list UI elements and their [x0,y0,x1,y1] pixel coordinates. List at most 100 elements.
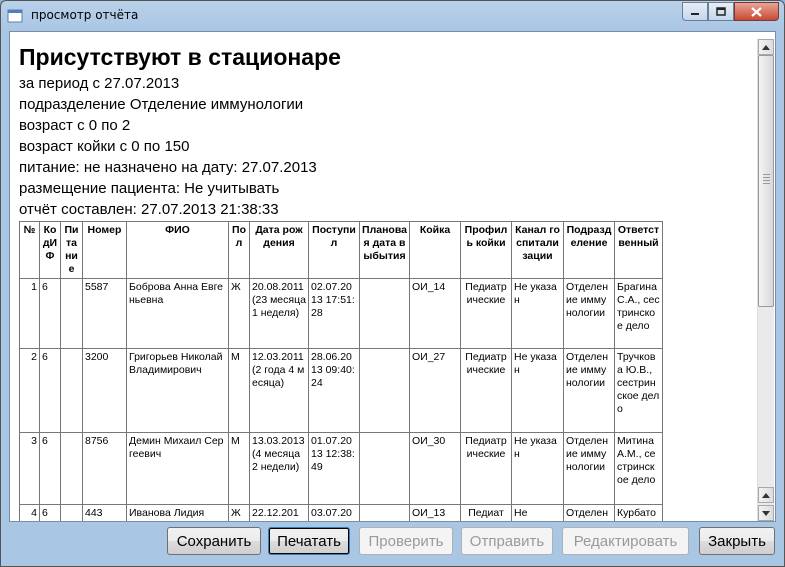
vertical-scrollbar[interactable] [757,39,774,521]
patients-table: № КодИФ Питание Номер ФИО Пол Дата рожде… [19,221,663,521]
cell-planned-discharge [359,348,410,433]
close-icon [751,6,762,17]
col-header-sex: Пол [228,221,250,279]
window-controls [682,2,779,22]
minimize-button[interactable] [682,2,708,21]
maximize-icon [716,7,726,16]
close-button[interactable]: Закрыть [699,527,775,555]
save-button[interactable]: Сохранить [167,527,261,555]
cell-sex: М [228,432,250,505]
cell-name: Григорьев Николай Владимирович [126,348,229,433]
cell-nutrition [60,432,83,505]
cell-code: 6 [39,348,61,433]
report-param-age: возраст с 0 по 2 [19,117,131,134]
cell-admitted: 03.07.20 [308,504,360,521]
cell-admitted: 02.07.2013 17:51:28 [308,278,360,349]
cell-bed: ОИ_27 [409,348,461,433]
cell-responsible: Курбато [614,504,663,521]
table-row: 3 6 8756 Демин Михаил Сергеевич М 13.03.… [19,432,663,505]
cell-name: Иванова Лидия [126,504,229,521]
cell-birthdate: 20.08.2011(23 месяца 1 неделя) [249,278,309,349]
table-row: 2 6 3200 Григорьев Николай Владимирович … [19,348,663,433]
cell-code: 6 [39,278,61,349]
col-header-id: Номер [82,221,127,279]
window-title: просмотр отчёта [31,8,139,22]
report-param-created: отчёт составлен: 27.07.2013 21:38:33 [19,201,279,218]
cell-department: Отделение иммунологии [563,278,615,349]
col-header-bed-profile: Профиль койки [460,221,512,279]
cell-bed-profile: Педиатрические [460,278,512,349]
minimize-icon [691,12,699,15]
cell-bed: ОИ_30 [409,432,461,505]
cell-nutrition [60,504,83,521]
report-param-placement: размещение пациента: Не учитывать [19,180,280,197]
cell-code: 6 [39,504,61,521]
scroll-thumb[interactable] [758,55,774,307]
cell-number: 3 [19,432,40,505]
cell-bed: ОИ_14 [409,278,461,349]
cell-id: 443 [82,504,127,521]
cell-code: 6 [39,432,61,505]
check-button[interactable]: Проверить [359,527,453,555]
report-title: Присутствуют в стационаре [19,44,341,70]
col-header-code: КодИФ [39,221,61,279]
report-param-department: подразделение Отделение иммунологии [19,96,304,113]
cell-birthdate: 12.03.2011(2 года 4 месяца) [249,348,309,433]
cell-planned-discharge [359,432,410,505]
cell-channel: Не указан [511,432,564,505]
edit-button[interactable]: Редактировать [562,527,689,555]
maximize-button[interactable] [708,2,734,21]
report-window: просмотр отчёта Присутствуют в стационар… [0,0,785,567]
col-header-nutrition: Питание [60,221,83,279]
col-header-department: Подразделение [563,221,615,279]
cell-planned-discharge [359,504,410,521]
send-button[interactable]: Отправить [461,527,553,555]
cell-admitted: 01.07.2013 12:38:49 [308,432,360,505]
cell-name: Боброва Анна Евгеньевна [126,278,229,349]
cell-bed-profile: Педиатрические [460,348,512,433]
report-param-period: за период с 27.07.2013 [19,75,180,92]
table-row: 4 6 443 Иванова Лидия Ж 22.12.201 03.07.… [19,504,663,521]
cell-department: Отделение иммунологии [563,432,615,505]
cell-name: Демин Михаил Сергеевич [126,432,229,505]
cell-number: 1 [19,278,40,349]
cell-planned-discharge [359,278,410,349]
cell-channel: Не [511,504,564,521]
cell-responsible: Брагина С.А., сестринское дело [614,278,663,349]
table-header-row: № КодИФ Питание Номер ФИО Пол Дата рожде… [19,221,663,279]
cell-nutrition [60,348,83,433]
col-header-channel: Канал госпитализации [511,221,564,279]
cell-id: 8756 [82,432,127,505]
report-page: Присутствуют в стационаре за период с 27… [19,44,759,521]
cell-sex: Ж [228,504,250,521]
cell-bed: ОИ_13 [409,504,461,521]
cell-bed-profile: Педиат [460,504,512,521]
report-viewer[interactable]: Присутствуют в стационаре за период с 27… [9,31,776,522]
col-header-planned-discharge: Плановая дата выбытия [359,221,410,279]
title-bar[interactable]: просмотр отчёта [1,1,784,31]
report-param-bed-age: возраст койки с 0 по 150 [19,138,190,155]
app-icon [7,9,23,23]
cell-admitted: 28.06.2013 09:40:24 [308,348,360,433]
table-row: 1 6 5587 Боброва Анна Евгеньевна Ж 20.08… [19,278,663,349]
cell-id: 5587 [82,278,127,349]
cell-bed-profile: Педиатрические [460,432,512,505]
scroll-down-button-upper[interactable] [758,487,774,503]
scroll-down-button[interactable] [758,505,774,521]
cell-channel: Не указан [511,278,564,349]
scroll-up-icon [762,492,770,498]
scroll-up-button[interactable] [758,39,774,55]
col-header-bed: Койка [409,221,461,279]
report-param-nutrition: питание: не назначено на дату: 27.07.201… [19,159,317,176]
close-window-button[interactable] [734,2,779,21]
col-header-name: ФИО [126,221,229,279]
col-header-responsible: Ответственный [614,221,663,279]
print-button[interactable]: Печатать [268,527,350,555]
col-header-birthdate: Дата рождения [249,221,309,279]
col-header-number: № [19,221,40,279]
cell-number: 4 [19,504,40,521]
scroll-down-icon [762,510,770,516]
cell-birthdate: 22.12.201 [249,504,309,521]
scroll-grip-icon [763,174,770,186]
button-bar: Сохранить Печатать Проверить Отправить Р… [1,527,785,559]
